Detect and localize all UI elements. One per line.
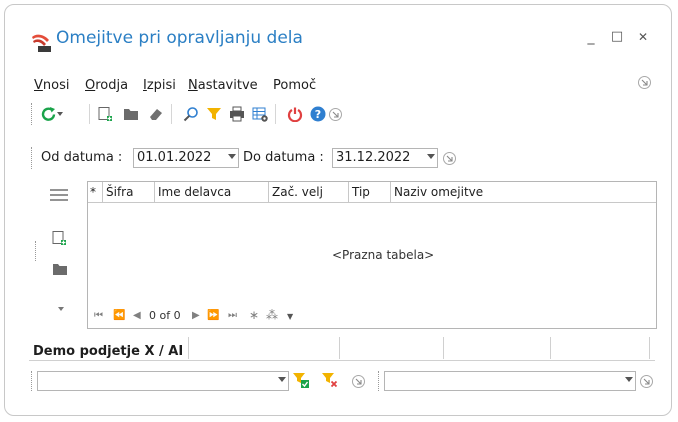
column-header-zac-velj[interactable]: Zač. velj [269,182,349,203]
bottom-options-icon[interactable] [352,375,365,388]
bottom-right-combo[interactable] [384,371,636,391]
chevron-down-icon [278,377,286,382]
side-folder-icon[interactable] [51,260,69,278]
nav-next-page-button[interactable]: ⏩ [207,310,219,321]
print-icon[interactable] [228,105,246,123]
from-date-label: Od datuma : [41,150,123,165]
nav-first-button[interactable]: ⏮ [94,310,103,321]
apply-filter-icon[interactable] [292,371,310,389]
tab-divider [550,337,551,359]
datebar-options-icon[interactable] [443,152,456,165]
company-tab[interactable]: Demo podjetje X / AI [33,344,183,359]
toolbar-grip[interactable] [31,103,34,125]
hamburger-menu-icon[interactable] [49,187,69,203]
minimize-button[interactable]: _ [582,28,600,46]
datebar-grip[interactable] [31,147,34,169]
empty-table-text: <Prazna tabela> [332,248,435,262]
bottom-right-dropdown[interactable] [617,372,635,390]
nav-record-info: 0 of 0 [149,309,181,322]
column-header-tip[interactable]: Tip [349,182,391,203]
to-date-dropdown[interactable] [419,149,437,167]
bottom-right-grip [378,371,381,391]
menu-vnosi[interactable]: Vnosi [34,78,69,93]
toolbar-separator [171,104,172,124]
clear-filter-icon[interactable] [321,371,339,389]
nav-prev-button[interactable]: ◀ [133,310,141,321]
grid-settings-icon[interactable] [251,105,269,123]
side-new-document-icon[interactable] [50,229,68,247]
refresh-dropdown-arrow[interactable] [57,112,63,116]
nav-prev-page-button[interactable]: ⏪ [113,310,125,321]
side-grip [35,241,38,261]
bottom-right-options-icon[interactable] [640,375,653,388]
nav-last-button[interactable]: ⏭ [228,310,237,321]
refresh-icon[interactable] [39,105,57,123]
menu-izpisi[interactable]: Izpisi [143,78,176,93]
tab-divider [649,337,650,359]
column-header-select[interactable]: * [88,182,103,203]
data-table[interactable]: * Šifra Ime delavca Zač. velj Tip Naziv … [87,181,657,329]
tab-divider [339,337,340,359]
chevron-down-icon [625,377,633,382]
tab-divider [188,337,189,359]
menu-pomoc[interactable]: Pomoč [273,78,316,93]
nav-insert-button[interactable]: ∗ [249,308,259,322]
nav-next-button[interactable]: ▶ [192,310,200,321]
svg-text:?: ? [315,108,321,121]
tab-underline [29,360,655,361]
column-header-sifra[interactable]: Šifra [103,182,155,203]
close-button[interactable]: ✕ [634,28,652,46]
to-date-input[interactable]: 31.12.2022 [332,148,438,168]
column-header-ime-delavca[interactable]: Ime delavca [155,182,269,203]
toolbar-separator [89,104,90,124]
nav-filter-button[interactable]: ▼ [287,312,293,321]
bottom-grip [31,371,34,391]
menu-options-icon[interactable] [638,76,651,89]
toolbar-options-icon[interactable] [329,108,342,121]
window-title: Omejitve pri opravljanju dela [56,28,303,48]
app-logo-icon [30,31,52,53]
maximize-button[interactable]: □ [608,28,626,46]
new-document-icon[interactable] [96,105,114,123]
tab-divider [443,337,444,359]
menu-nastavitve[interactable]: Nastavitve [188,78,258,93]
toolbar-separator [275,104,276,124]
bottom-left-dropdown[interactable] [270,372,288,390]
eraser-icon[interactable] [147,105,165,123]
bottom-left-combo[interactable] [37,371,289,391]
column-header-naziv-omejitve[interactable]: Naziv omejitve [391,182,656,203]
help-icon[interactable]: ? [309,105,327,123]
folder-icon[interactable] [122,105,140,123]
search-icon[interactable] [182,105,200,123]
window: Omejitve pri opravljanju dela _ □ ✕ Vnos… [4,4,672,416]
to-date-label: Do datuma : [243,150,324,165]
chevron-down-icon [427,154,435,159]
menu-orodja[interactable]: Orodja [85,78,128,93]
side-more-chevron-icon[interactable] [58,307,64,311]
from-date-input[interactable]: 01.01.2022 [133,148,239,168]
chevron-down-icon [228,154,236,159]
from-date-dropdown[interactable] [220,149,238,167]
power-icon[interactable] [286,105,304,123]
nav-insert-copy-button[interactable]: ⁂ [266,308,278,322]
filter-icon[interactable] [205,105,223,123]
